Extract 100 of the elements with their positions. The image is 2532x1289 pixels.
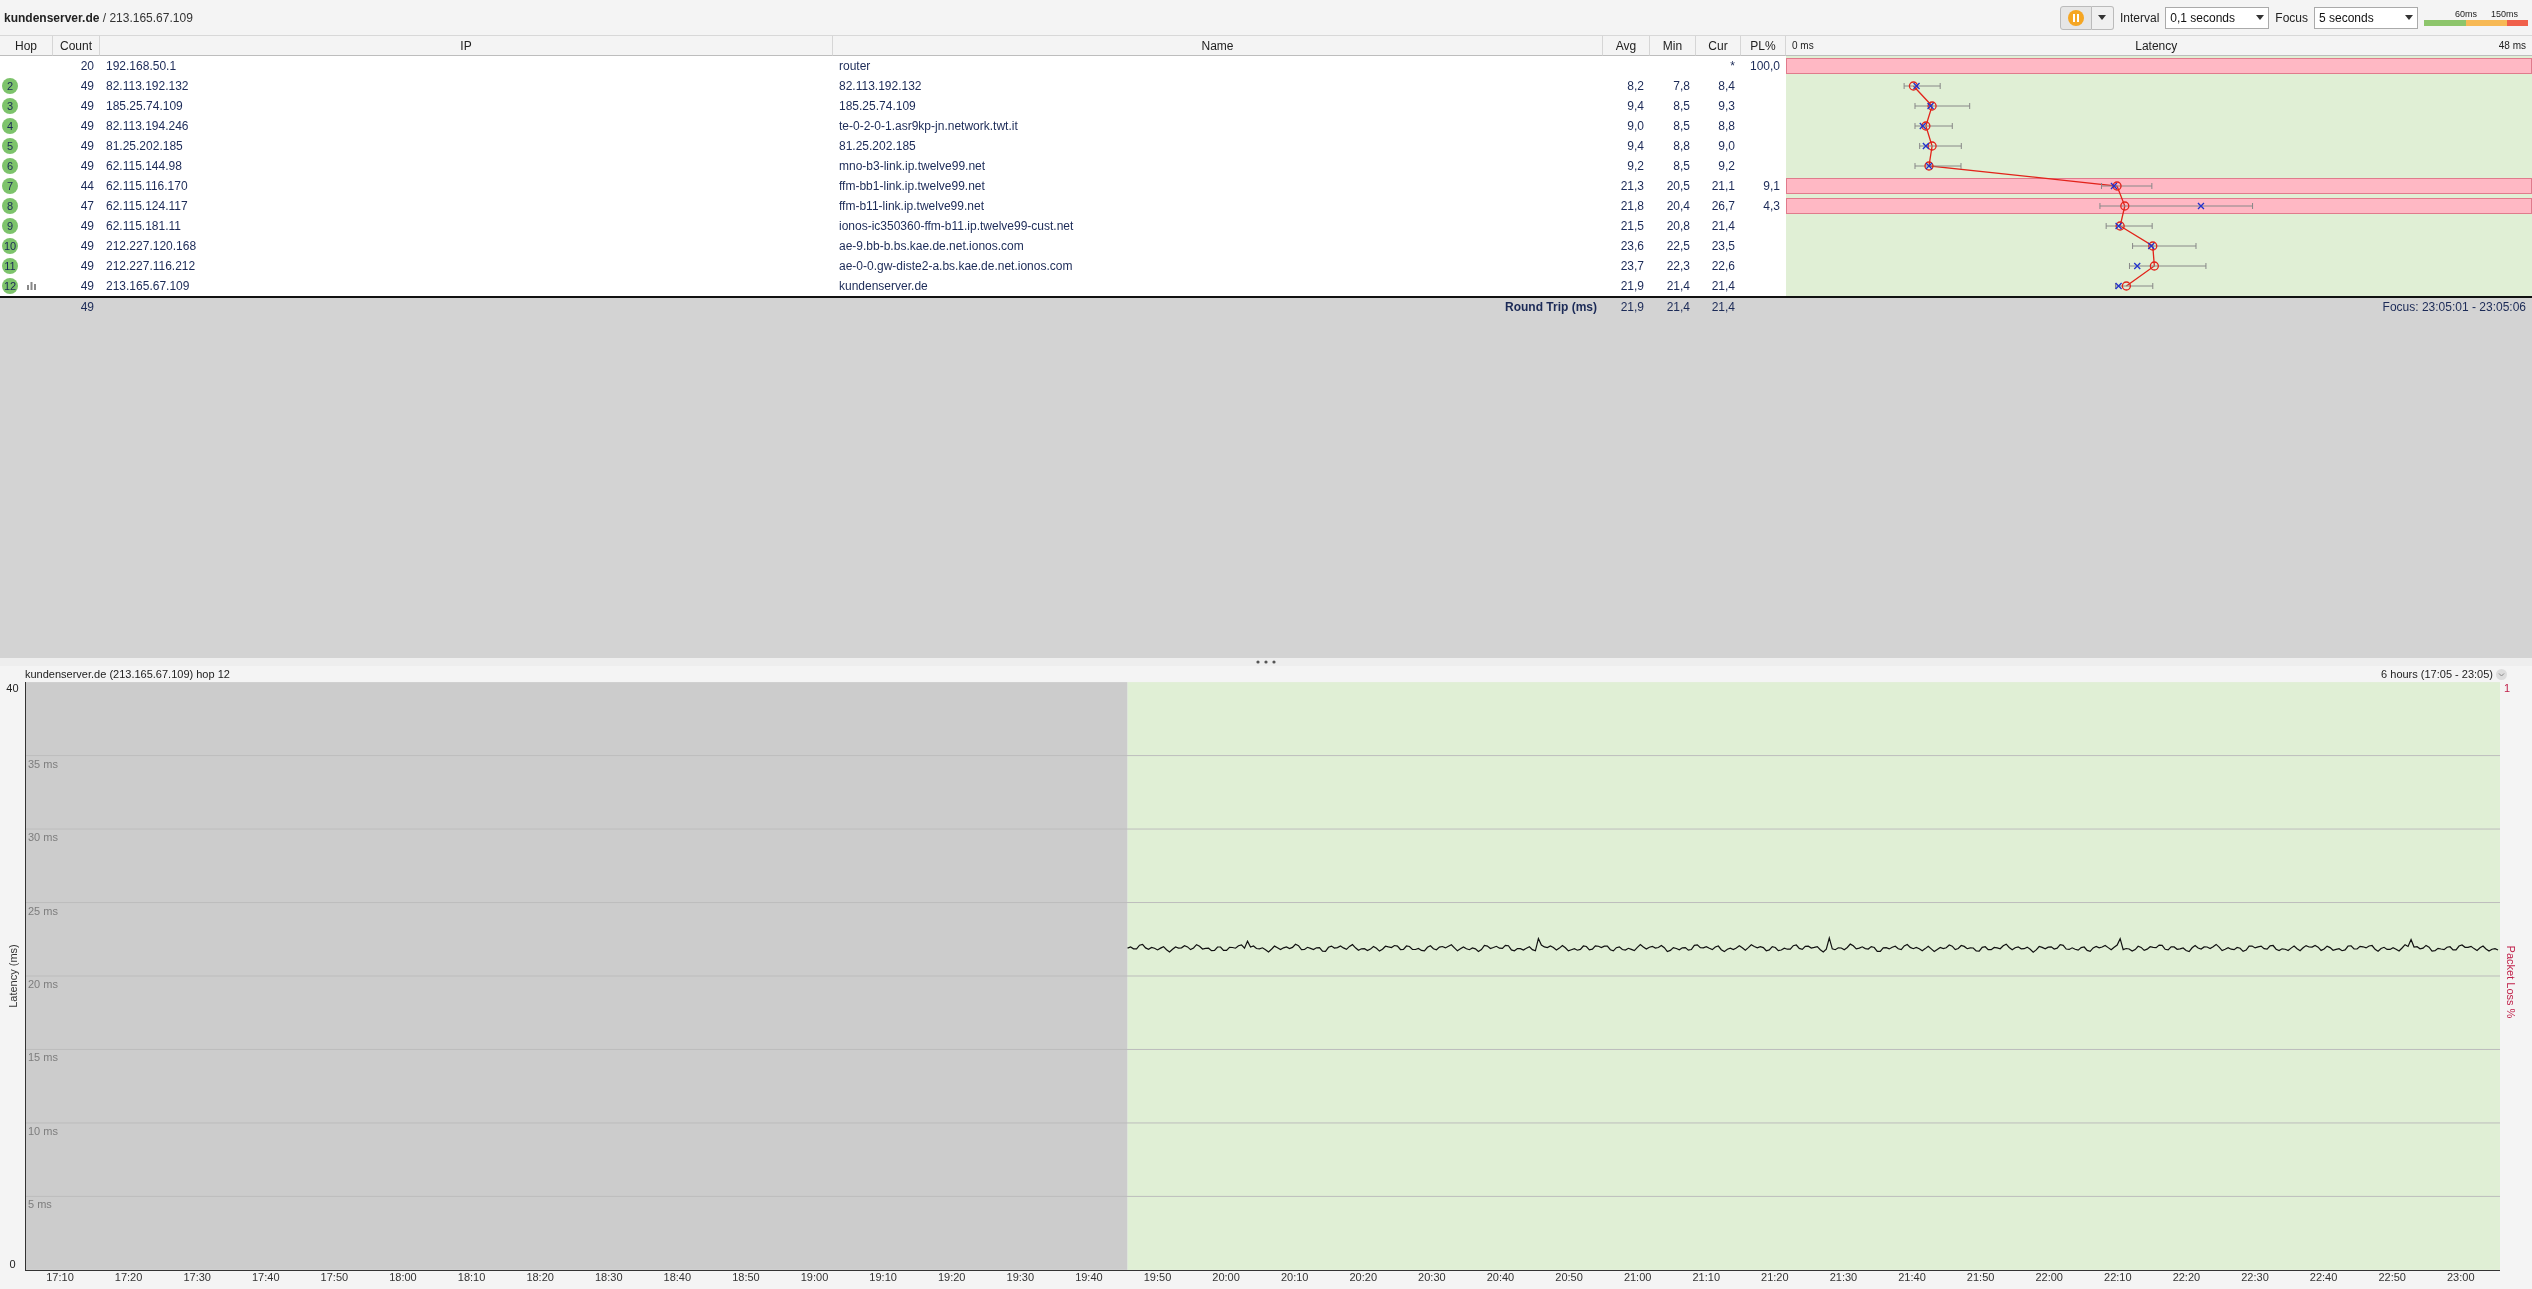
latency-marker [1914,101,1971,111]
x-axis-tick-label: 22:30 [2240,1271,2270,1285]
packet-loss-axis-title: Packet Loss % [2505,945,2517,1019]
x-axis-tick-label: 17:10 [45,1271,75,1285]
x-axis-tick-label: 17:40 [251,1271,281,1285]
latency-marker [2114,281,2154,291]
hop-number: 4 [2,118,18,134]
x-axis-tick-label: 22:10 [2103,1271,2133,1285]
gridline-label: 25 ms [28,904,58,917]
ip-cell: 212.227.116.212 [100,256,833,276]
min-cell: 20,4 [1650,196,1696,216]
ip-cell: 62.115.116.170 [100,176,833,196]
count-cell: 49 [53,116,100,136]
x-axis-tick-label: 18:00 [388,1271,418,1285]
column-header[interactable]: IP [100,36,833,56]
scale-min-label: 0 ms [1792,40,1814,51]
name-cell: ae-0-0.gw-diste2-a.bs.kae.de.net.ionos.com [833,256,1603,276]
min-cell: 8,5 [1650,116,1696,136]
ip-cell: 62.115.181.11 [100,216,833,236]
x-axis-tick-label: 22:00 [2034,1271,2064,1285]
min-cell: 22,5 [1650,236,1696,256]
hop-number: 12 [2,278,19,294]
hop-number: 10 [2,238,19,254]
avg-cell: 21,9 [1603,296,1650,316]
time-range-selector[interactable]: 6 hours (17:05 - 23:05) [2381,668,2507,680]
x-axis-tick-label: 19:10 [868,1271,898,1285]
gridline-label: 5 ms [28,1198,52,1211]
x-axis-tick-label: 22:20 [2171,1271,2202,1285]
caret-button[interactable] [2091,5,2114,30]
count-cell: 49 [53,276,100,296]
focus-select[interactable]: 5 seconds [2314,6,2418,29]
cur-cell: 9,2 [1696,156,1741,176]
latency-marker [1914,161,1962,171]
name-cell: 185.25.74.109 [833,96,1603,116]
avg-cell: 9,0 [1603,116,1650,136]
column-header[interactable]: Min [1650,36,1696,56]
ip-cell: 82.113.194.246 [100,116,833,136]
packet-loss-cell: 100,0 [1741,56,1786,76]
name-cell: mno-b3-link.ip.twelve99.net [833,156,1603,176]
hop-number: 9 [2,218,18,234]
cur-cell: 21,4 [1696,276,1741,296]
x-axis-tick-label: 21:10 [1691,1271,1721,1285]
hop-number: 2 [2,78,18,94]
count-cell: 49 [53,216,100,236]
x-axis-tick-label: 20:00 [1211,1271,1241,1285]
interval-select[interactable]: 0,1 seconds [2165,6,2270,29]
cur-cell: 9,3 [1696,96,1741,116]
x-axis-tick-label: 18:40 [662,1271,693,1285]
count-cell: 49 [53,96,100,116]
gridline-label: 35 ms [28,757,58,770]
chevron-down-icon [2496,668,2507,680]
round-trip-label: Round Trip (ms) [833,296,1603,316]
gridline-label: 30 ms [28,831,58,844]
avg-cell: 21,8 [1603,196,1650,216]
hop-number: 6 [2,158,18,174]
x-axis-tick-label: 17:20 [113,1271,144,1285]
hop-number: 8 [2,198,18,214]
min-cell: 21,4 [1650,276,1696,296]
column-header[interactable]: Avg [1603,36,1650,56]
grip-icon[interactable] [1256,660,1276,664]
min-cell: 8,5 [1650,156,1696,176]
count-cell: 49 [53,136,100,156]
column-header[interactable]: PL% [1741,36,1786,56]
scale-max-label: 48 ms [2498,40,2526,51]
avg-cell: 21,5 [1603,216,1650,236]
column-header[interactable]: Count [53,36,100,56]
cur-cell: 21,1 [1696,176,1741,196]
latency-marker [1914,121,1953,131]
ip-cell: 213.165.67.109 [100,276,833,296]
x-axis-tick-label: 19:50 [1142,1271,1173,1285]
x-axis-tick-label: 20:30 [1417,1271,1447,1285]
column-header[interactable]: 0 ms Latency 48 ms [1786,36,2532,56]
column-header[interactable]: Name [833,36,1603,56]
avg-cell: 21,3 [1603,176,1650,196]
caret-icon [2405,15,2413,20]
count-cell: 20 [53,56,100,76]
name-cell: kundenserver.de [833,276,1603,296]
cur-cell: 21,4 [1696,296,1741,316]
count-cell: 49 [53,256,100,276]
column-header[interactable]: Hop [0,36,53,56]
hop-number: 11 [2,258,18,274]
threshold-label: 150ms [2491,9,2518,19]
latency-marker [2132,241,2197,251]
x-axis-tick-label: 17:30 [182,1271,212,1285]
packet-loss-cell: 9,1 [1741,176,1786,196]
ip-cell: 62.115.144.98 [100,156,833,176]
cur-cell: * [1696,56,1741,76]
avg-cell: 8,2 [1603,76,1650,96]
cur-cell: 8,8 [1696,116,1741,136]
x-axis-tick-label: 19:40 [1074,1271,1104,1285]
count-cell: 49 [53,156,100,176]
column-header[interactable]: Cur [1696,36,1741,56]
bar-chart-icon[interactable] [27,282,37,290]
x-axis-tick-label: 22:50 [2377,1271,2407,1285]
x-axis-tick-label: 21:20 [1760,1271,1790,1285]
x-axis-tick-label: 19:30 [1005,1271,1036,1285]
x-axis-tick-label: 23:00 [2446,1271,2476,1285]
y-axis-min: 0 [9,1258,16,1270]
min-cell: 20,5 [1650,176,1696,196]
x-axis-tick-label: 17:50 [319,1271,350,1285]
